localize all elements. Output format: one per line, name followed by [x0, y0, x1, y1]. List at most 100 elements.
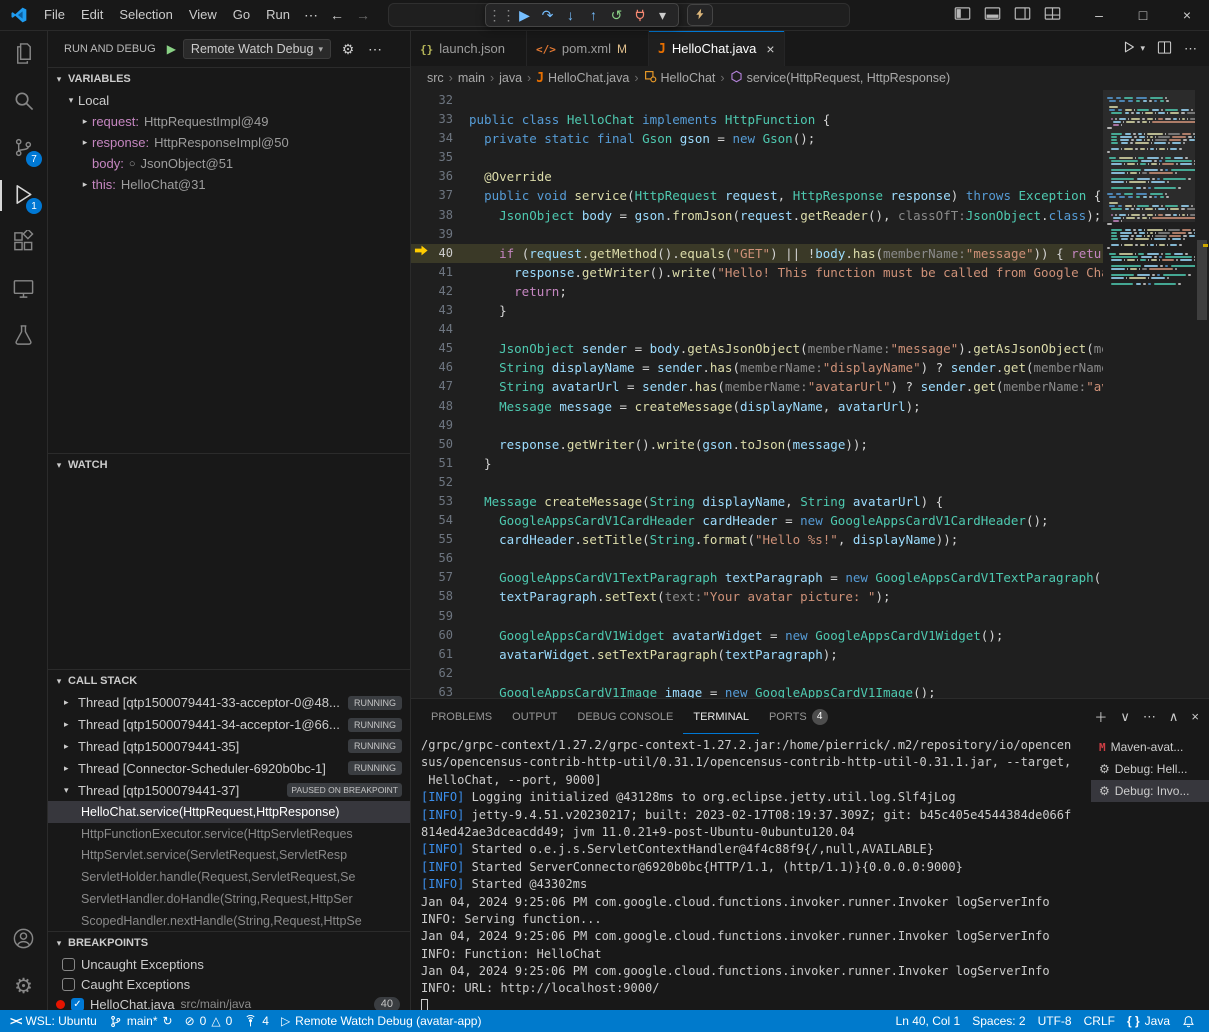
callstack-frame[interactable]: ServletHandler.doHandle(String,Request,H…: [48, 888, 410, 910]
panel-more-icon[interactable]: ⋯: [1143, 709, 1156, 725]
breakpoint-checkbox[interactable]: [62, 958, 75, 971]
nav-back-icon[interactable]: ←: [324, 7, 350, 23]
variable-body[interactable]: body:○JsonObject@51: [48, 153, 410, 174]
code-line-38[interactable]: 38 JsonObject body = gson.fromJson(reque…: [411, 206, 1103, 225]
menu-go[interactable]: Go: [225, 4, 258, 26]
code-line-37[interactable]: 37 public void service(HttpRequest reque…: [411, 186, 1103, 205]
callstack-frame[interactable]: ServletHolder.handle(Request,ServletRequ…: [48, 866, 410, 888]
breadcrumb-item[interactable]: JHelloChat.java: [536, 71, 629, 86]
activity-search[interactable]: [0, 78, 47, 125]
activity-accounts[interactable]: [0, 916, 47, 963]
editor-scrollbar[interactable]: [1195, 90, 1209, 698]
code-line-59[interactable]: 59: [411, 607, 1103, 626]
breadcrumb-item[interactable]: java: [499, 71, 522, 85]
code-line-41[interactable]: 41 response.getWriter().write("Hello! Th…: [411, 263, 1103, 282]
code-line-63[interactable]: 63 GoogleAppsCardV1Image image = new Goo…: [411, 683, 1103, 698]
step-out-button[interactable]: ↑: [582, 5, 605, 25]
terminal-tab[interactable]: MMaven-avat...: [1091, 736, 1209, 758]
customize-layout-icon[interactable]: [1044, 5, 1061, 25]
code-line-62[interactable]: 62: [411, 664, 1103, 683]
code-line-45[interactable]: 45 JsonObject sender = body.getAsJsonObj…: [411, 339, 1103, 358]
breadcrumb-item[interactable]: src: [427, 71, 444, 85]
panel-tab-ports[interactable]: PORTS4: [759, 699, 838, 734]
restart-button[interactable]: ↺: [605, 5, 628, 25]
code-line-39[interactable]: 39: [411, 225, 1103, 244]
code-line-61[interactable]: 61 avatarWidget.setTextParagraph(textPar…: [411, 645, 1103, 664]
branch-indicator[interactable]: main* ↻: [103, 1010, 179, 1032]
step-into-button[interactable]: ↓: [559, 5, 582, 25]
language-mode[interactable]: { } Java: [1121, 1010, 1176, 1032]
breadcrumb-item[interactable]: main: [458, 71, 485, 85]
breakpoint-item[interactable]: HelloChat.javasrc/main/java40: [48, 994, 410, 1010]
sidebar-more-icon[interactable]: ⋯: [365, 41, 385, 58]
command-center[interactable]: ⋮⋮▶↷↓↑↺▾: [388, 3, 850, 27]
indentation-indicator[interactable]: Spaces: 2: [966, 1010, 1031, 1032]
continue-button[interactable]: ▶: [513, 5, 536, 25]
code-line-40[interactable]: 40 if (request.getMethod().equals("GET")…: [411, 244, 1103, 263]
toggle-sidebar-icon[interactable]: [954, 5, 971, 25]
notifications-bell[interactable]: [1176, 1010, 1201, 1032]
menu-selection[interactable]: Selection: [111, 4, 180, 26]
new-terminal-icon[interactable]: ＋: [1094, 707, 1107, 726]
callstack-frame[interactable]: HelloChat.service(HttpRequest,HttpRespon…: [48, 801, 410, 823]
close-panel-icon[interactable]: ×: [1191, 709, 1199, 724]
menu-overflow-icon[interactable]: ⋯: [298, 7, 324, 24]
code-line-32[interactable]: 32: [411, 91, 1103, 110]
tab-pom.xml[interactable]: </>pom.xmlM: [527, 31, 649, 66]
toggle-secondary-sidebar-icon[interactable]: [1014, 5, 1031, 25]
activity-run-and-debug[interactable]: 1: [0, 172, 47, 219]
nav-forward-icon[interactable]: →: [350, 7, 376, 23]
code-line-52[interactable]: 52: [411, 473, 1103, 492]
variable-response[interactable]: ▸response:HttpResponseImpl@50: [48, 132, 410, 153]
activity-explorer[interactable]: [0, 31, 47, 78]
code-line-34[interactable]: 34 private static final Gson gson = new …: [411, 129, 1103, 148]
variables-section-header[interactable]: ▾ VARIABLES: [48, 68, 410, 90]
panel-tab-output[interactable]: OUTPUT: [502, 699, 567, 734]
drag-grip-button[interactable]: ⋮⋮: [490, 5, 513, 25]
watch-section-header[interactable]: ▾ WATCH: [48, 454, 410, 476]
activity-extensions[interactable]: [0, 219, 47, 266]
ports-indicator[interactable]: 4: [238, 1010, 275, 1032]
maximize-button[interactable]: □: [1121, 0, 1165, 30]
callstack-frame[interactable]: ScopedHandler.nextHandle(String,Request,…: [48, 910, 410, 931]
breakpoint-checkbox[interactable]: [71, 998, 84, 1011]
debug-session-indicator[interactable]: ▷ Remote Watch Debug (avatar-app): [275, 1010, 488, 1032]
disconnect-button[interactable]: [628, 5, 651, 25]
menu-file[interactable]: File: [36, 4, 73, 26]
callstack-frame[interactable]: HttpServlet.service(ServletRequest,Servl…: [48, 845, 410, 867]
toggle-panel-icon[interactable]: [984, 5, 1001, 25]
menu-view[interactable]: View: [181, 4, 225, 26]
code-lines[interactable]: 3233public class HelloChat implements Ht…: [411, 90, 1103, 698]
code-line-56[interactable]: 56: [411, 549, 1103, 568]
tab-launch.json[interactable]: {}launch.json: [411, 31, 527, 66]
callstack-thread[interactable]: ▸Thread [qtp1500079441-33-acceptor-0@48.…: [48, 692, 410, 714]
close-tab-icon[interactable]: ×: [766, 41, 774, 57]
minimize-button[interactable]: –: [1077, 0, 1121, 30]
activity-source-control[interactable]: 7: [0, 125, 47, 172]
code-line-33[interactable]: 33public class HelloChat implements Http…: [411, 110, 1103, 129]
activity-remote-explorer[interactable]: [0, 266, 47, 313]
start-debugging-icon[interactable]: ▶: [167, 42, 176, 56]
step-over-button[interactable]: ↷: [536, 5, 559, 25]
eol-indicator[interactable]: CRLF: [1078, 1010, 1121, 1032]
variable-request[interactable]: ▸request:HttpRequestImpl@49: [48, 111, 410, 132]
breakpoint-checkbox[interactable]: [62, 978, 75, 991]
code-line-35[interactable]: 35: [411, 148, 1103, 167]
callstack-frame[interactable]: HttpFunctionExecutor.service(HttpServlet…: [48, 823, 410, 845]
scrollbar-thumb[interactable]: [1197, 240, 1207, 320]
code-line-46[interactable]: 46 String displayName = sender.has(membe…: [411, 358, 1103, 377]
debug-gear-icon[interactable]: ⚙: [338, 41, 358, 58]
menu-run[interactable]: Run: [258, 4, 298, 26]
code-line-57[interactable]: 57 GoogleAppsCardV1TextParagraph textPar…: [411, 568, 1103, 587]
callstack-thread[interactable]: ▸Thread [Connector-Scheduler-6920b0bc-1]…: [48, 757, 410, 779]
split-editor-icon[interactable]: [1157, 40, 1172, 58]
code-line-47[interactable]: 47 String avatarUrl = sender.has(memberN…: [411, 377, 1103, 396]
breadcrumb-item[interactable]: service(HttpRequest, HttpResponse): [730, 70, 951, 86]
encoding-indicator[interactable]: UTF-8: [1032, 1010, 1078, 1032]
panel-tab-problems[interactable]: PROBLEMS: [421, 699, 502, 734]
breadcrumb-item[interactable]: HelloChat: [644, 70, 716, 86]
breakpoint-item[interactable]: Caught Exceptions: [48, 974, 410, 994]
lazy-eval-icon[interactable]: ○: [129, 158, 136, 170]
code-line-44[interactable]: 44: [411, 320, 1103, 339]
run-dropdown-icon[interactable]: ▾: [1140, 43, 1145, 54]
